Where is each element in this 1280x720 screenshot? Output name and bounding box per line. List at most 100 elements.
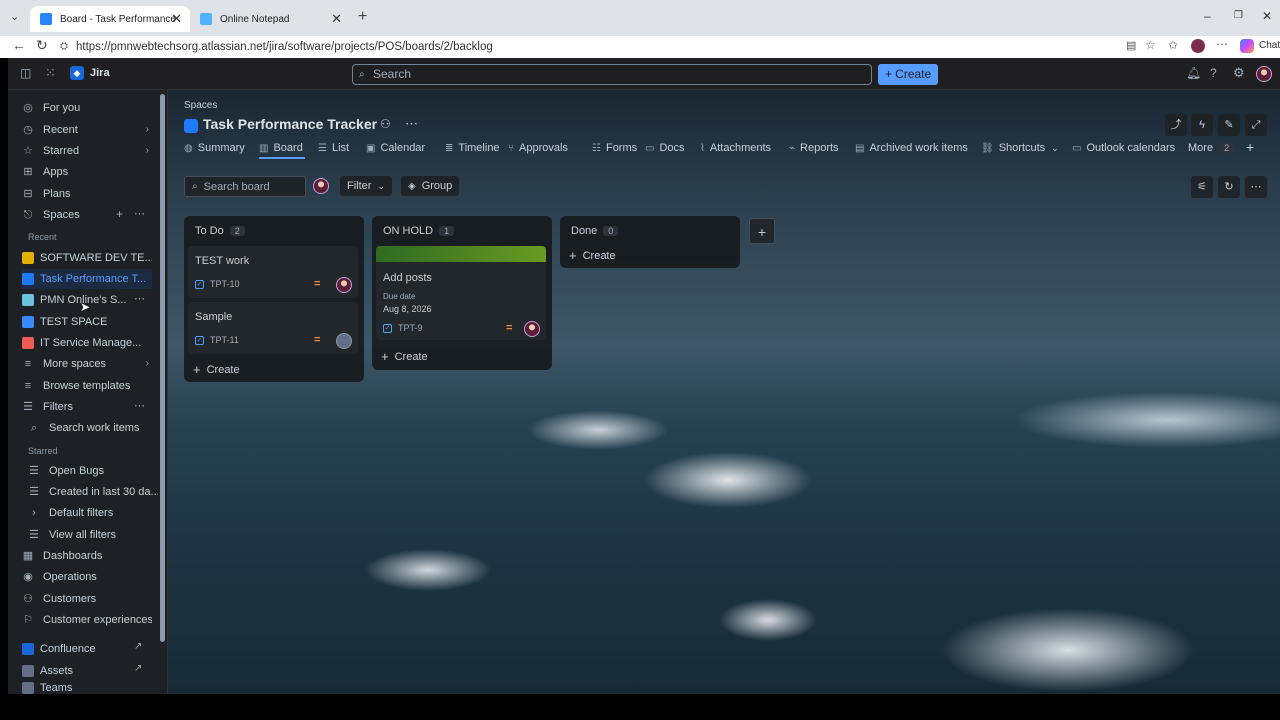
close-tab-icon[interactable]: ✕ — [171, 11, 182, 27]
sidebar-toggle-icon[interactable]: ◫ — [20, 66, 31, 80]
tab-more[interactable]: More 2 — [1188, 142, 1235, 154]
group-button[interactable]: ◈ Group — [401, 176, 460, 196]
more-dots-icon[interactable]: ⋯ — [1245, 176, 1267, 198]
sidebar-item-browse-templates[interactable]: ≡ Browse templates — [22, 376, 152, 396]
bookmark-star-icon[interactable]: ☆ — [1145, 38, 1156, 52]
reader-icon[interactable]: ▤ — [1126, 39, 1136, 52]
more-dots-icon[interactable]: ⋯ — [134, 292, 145, 305]
create-issue-button[interactable]: + Create — [381, 349, 428, 364]
automation-icon[interactable]: ϟ — [1191, 114, 1213, 136]
sidebar-item-for-you[interactable]: ◎ For you — [22, 98, 152, 118]
sidebar-item-view-all-filters[interactable]: ☰ View all filters — [28, 525, 158, 545]
tab-docs[interactable]: ▭ Docs — [645, 142, 685, 154]
tab-calendar[interactable]: ▣ Calendar — [366, 142, 425, 154]
sidebar-item-apps[interactable]: ⊞ Apps — [22, 162, 152, 182]
sidebar-item-filters[interactable]: ☰ Filters — [22, 397, 152, 417]
browser-tab-notepad[interactable]: Online Notepad ✕ — [190, 6, 350, 32]
restore-icon[interactable]: ❐ — [1234, 10, 1243, 21]
tab-list[interactable]: ☰ List — [318, 142, 349, 154]
app-name[interactable]: Jira — [90, 67, 110, 79]
site-info-icon[interactable]: ⛭ — [60, 37, 68, 57]
breadcrumb[interactable]: Spaces — [184, 100, 217, 111]
card-add-posts[interactable]: Add posts Due date Aug 8, 2026 ✓ TPT-9 = — [376, 246, 546, 340]
close-tab-icon[interactable]: ✕ — [331, 11, 342, 27]
more-dots-icon[interactable]: ⋯ — [405, 116, 418, 132]
assignee-avatar[interactable] — [336, 277, 352, 293]
extensions-icon[interactable]: ✩ — [1168, 38, 1178, 52]
sidebar-item-operations[interactable]: ◉ Operations — [22, 567, 152, 587]
sidebar-item-customer-experiences[interactable]: ⚐ Customer experiences — [22, 610, 152, 630]
tab-attachments[interactable]: ⌇ Attachments — [700, 142, 771, 154]
assignee-filter-avatar[interactable] — [313, 178, 329, 194]
sidebar-space-software-dev[interactable]: SOFTWARE DEV TE... — [22, 248, 152, 268]
tab-board[interactable]: ▥ Board — [259, 142, 303, 154]
tab-forms[interactable]: ☷ Forms — [592, 142, 637, 154]
tab-list-icon[interactable]: ⌄ — [10, 10, 19, 23]
assignee-avatar[interactable] — [524, 321, 540, 337]
reload-icon[interactable]: ↻ — [36, 37, 48, 54]
tab-shortcuts[interactable]: ⛓ Shortcuts ⌄ — [981, 142, 1059, 154]
minimize-icon[interactable]: – — [1204, 9, 1211, 23]
more-dots-icon[interactable]: ⋯ — [134, 399, 145, 412]
chevron-right-icon[interactable]: › — [146, 124, 149, 135]
chat-label[interactable]: Chat — [1259, 40, 1280, 51]
search-board-input[interactable]: ⌕ Search board — [184, 176, 306, 197]
chevron-right-icon[interactable]: › — [146, 358, 149, 369]
add-tab-icon[interactable]: + — [1246, 139, 1254, 155]
filter-button[interactable]: Filter ⌄ — [340, 176, 392, 196]
sidebar-item-assets[interactable]: Assets — [22, 661, 152, 681]
back-icon[interactable]: ← — [12, 37, 26, 53]
sidebar-item-plans[interactable]: ⊟ Plans — [22, 184, 152, 204]
sidebar-item-more-spaces[interactable]: ≡ More spaces — [22, 354, 152, 374]
fullscreen-icon[interactable]: ⤢ — [1245, 114, 1267, 136]
jira-logo-icon[interactable]: ◆ — [70, 66, 84, 80]
add-column-icon[interactable]: + — [749, 218, 775, 244]
sidebar-item-spaces[interactable]: ⎋ Spaces — [22, 205, 152, 225]
user-avatar[interactable] — [1256, 66, 1272, 82]
column-header[interactable]: ON HOLD 1 — [383, 225, 455, 237]
feedback-icon[interactable]: ✎ — [1218, 114, 1240, 136]
tab-approvals[interactable]: ⑂ Approvals — [508, 142, 568, 154]
sidebar-item-confluence[interactable]: Confluence — [22, 639, 152, 659]
external-link-icon[interactable]: ↗ — [134, 663, 142, 674]
sidebar-item-starred[interactable]: ☆ Starred — [22, 141, 152, 161]
app-switcher-icon[interactable]: ⁙ — [45, 65, 56, 81]
notifications-bell-icon[interactable]: 🔔︎ — [1186, 66, 1201, 80]
external-link-icon[interactable]: ↗ — [134, 641, 142, 652]
create-issue-button[interactable]: + Create — [193, 362, 240, 377]
card-test-work[interactable]: TEST work ✓ TPT-10 = — [188, 246, 358, 298]
column-header[interactable]: To Do 2 — [195, 225, 245, 237]
sidebar-item-customers[interactable]: ⚇ Customers — [22, 589, 152, 609]
create-issue-button[interactable]: + Create — [569, 248, 616, 263]
unassigned-avatar[interactable] — [336, 333, 352, 349]
sidebar-item-created-last-30[interactable]: ☰ Created in last 30 da... — [28, 482, 158, 502]
sidebar-item-recent[interactable]: ◷ Recent — [22, 120, 152, 140]
sidebar-item-open-bugs[interactable]: ☰ Open Bugs — [28, 461, 158, 481]
sidebar-item-dashboards[interactable]: ▦ Dashboards — [22, 546, 152, 566]
more-dots-icon[interactable]: ⋯ — [134, 207, 145, 220]
card-sample[interactable]: Sample ✓ TPT-11 = — [188, 302, 358, 354]
view-settings-icon[interactable]: ⚟ — [1191, 176, 1213, 198]
url-field[interactable]: ⛭ https://pmnwebtechsorg.atlassian.net/j… — [56, 37, 1136, 57]
share-icon[interactable]: ⤴ — [1165, 114, 1187, 136]
tab-reports[interactable]: ⌁ Reports — [789, 142, 839, 154]
tab-archived-work-items[interactable]: ▤ Archived work items — [855, 142, 968, 154]
global-search-input[interactable]: ⌕ Search — [352, 64, 872, 85]
new-tab-icon[interactable]: + — [358, 8, 367, 26]
menu-dots-icon[interactable]: ⋯ — [1216, 37, 1228, 51]
browser-tab-board[interactable]: Board - Task Performance Tracker ✕ — [30, 6, 190, 32]
sidebar-space-it-service[interactable]: IT Service Manage... — [22, 333, 152, 353]
sidebar-space-test[interactable]: TEST SPACE — [22, 312, 152, 332]
settings-gear-icon[interactable]: ⚙ — [1233, 65, 1245, 81]
sidebar-item-default-filters[interactable]: › Default filters — [28, 503, 158, 523]
sidebar-space-task-performance[interactable]: Task Performance T... — [22, 269, 152, 289]
chevron-right-icon[interactable]: › — [146, 145, 149, 156]
profile-avatar[interactable] — [1191, 39, 1205, 53]
close-window-icon[interactable]: ✕ — [1262, 9, 1272, 23]
refresh-icon[interactable]: ↻ — [1218, 176, 1240, 198]
add-space-icon[interactable]: + — [116, 207, 123, 221]
global-create-button[interactable]: + Create — [878, 64, 938, 85]
copilot-icon[interactable] — [1240, 39, 1254, 53]
tab-summary[interactable]: ◍ Summary — [184, 142, 245, 154]
tab-timeline[interactable]: ≣ Timeline — [445, 142, 500, 154]
